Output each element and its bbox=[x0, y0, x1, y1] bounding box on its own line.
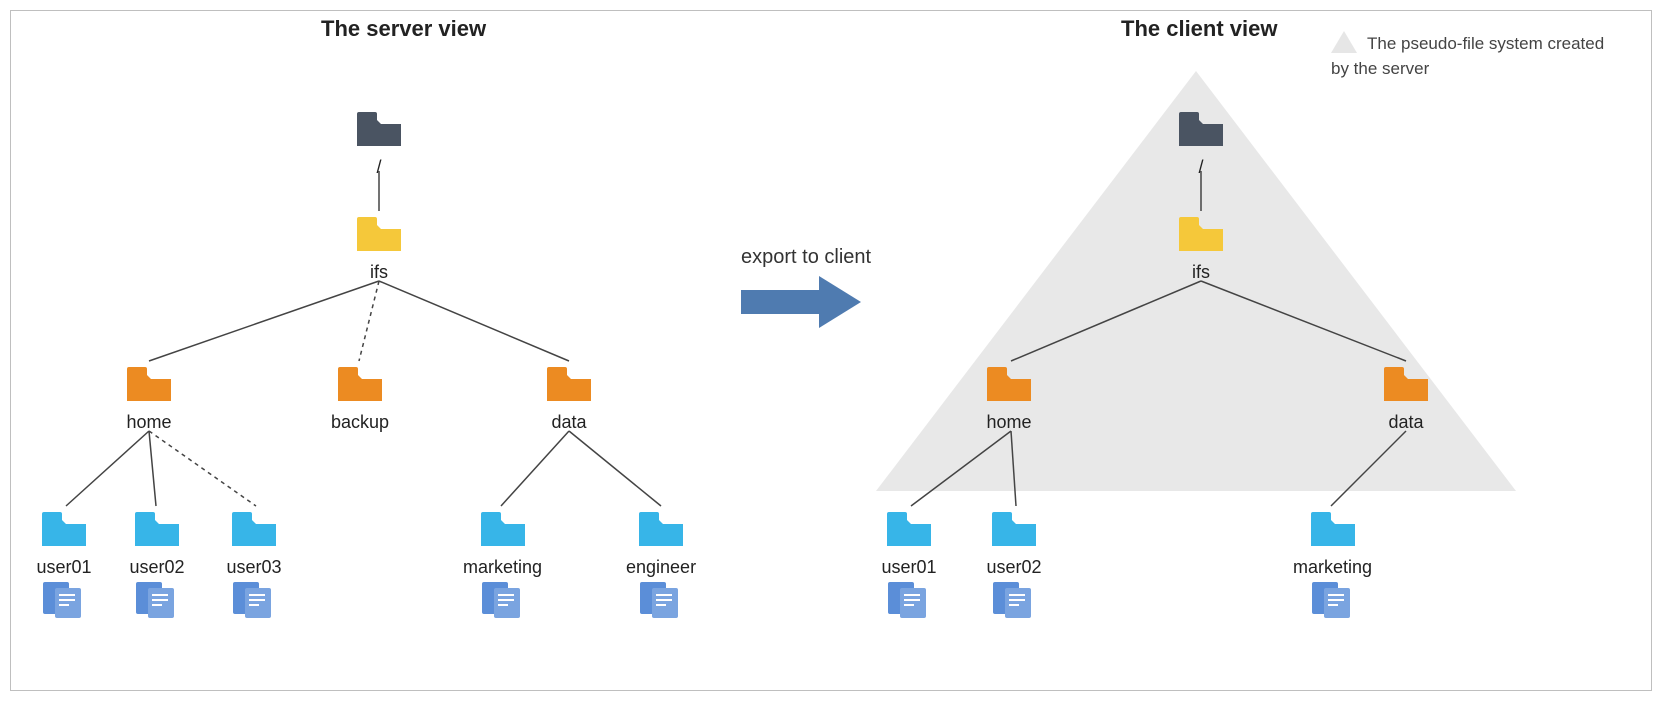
folder-icon bbox=[475, 506, 531, 550]
label-user02: user02 bbox=[129, 557, 185, 578]
server-backup: backup bbox=[331, 361, 389, 433]
label-ifs: ifs bbox=[1173, 262, 1229, 283]
documents-icon bbox=[480, 578, 526, 620]
client-user01: user01 bbox=[881, 506, 937, 625]
label-data: data bbox=[541, 412, 597, 433]
arrow-label: export to client bbox=[741, 246, 871, 269]
server-home: home bbox=[121, 361, 177, 433]
title-server: The server view bbox=[321, 16, 486, 42]
folder-icon bbox=[633, 506, 689, 550]
label-home: home bbox=[121, 412, 177, 433]
server-user01: user01 bbox=[36, 506, 92, 625]
documents-icon bbox=[41, 578, 87, 620]
server-user02: user02 bbox=[129, 506, 185, 625]
folder-icon bbox=[1378, 361, 1434, 405]
export-arrow-icon bbox=[741, 276, 861, 333]
folder-icon bbox=[36, 506, 92, 550]
label-marketing: marketing bbox=[463, 557, 542, 578]
client-user02: user02 bbox=[986, 506, 1042, 625]
folder-icon bbox=[1173, 211, 1229, 255]
label-engineer: engineer bbox=[626, 557, 696, 578]
server-ifs: ifs bbox=[351, 211, 407, 283]
folder-icon bbox=[129, 506, 185, 550]
server-engineer: engineer bbox=[626, 506, 696, 625]
documents-icon bbox=[134, 578, 180, 620]
server-root: / bbox=[351, 106, 407, 178]
label-home: home bbox=[981, 412, 1037, 433]
label-backup: backup bbox=[331, 412, 389, 433]
documents-icon bbox=[231, 578, 277, 620]
documents-icon bbox=[991, 578, 1037, 620]
label-user01: user01 bbox=[36, 557, 92, 578]
label-user02: user02 bbox=[986, 557, 1042, 578]
client-data: data bbox=[1378, 361, 1434, 433]
documents-icon bbox=[638, 578, 684, 620]
server-data: data bbox=[541, 361, 597, 433]
label-user01: user01 bbox=[881, 557, 937, 578]
label-data: data bbox=[1378, 412, 1434, 433]
folder-icon bbox=[981, 361, 1037, 405]
label-ifs: ifs bbox=[351, 262, 407, 283]
folder-icon bbox=[351, 106, 407, 150]
folder-icon bbox=[1173, 106, 1229, 150]
client-home: home bbox=[981, 361, 1037, 433]
label-user03: user03 bbox=[226, 557, 282, 578]
folder-icon bbox=[986, 506, 1042, 550]
documents-icon bbox=[886, 578, 932, 620]
label-root: / bbox=[351, 157, 407, 178]
folder-icon bbox=[226, 506, 282, 550]
label-root: / bbox=[1173, 157, 1229, 178]
server-marketing: marketing bbox=[463, 506, 542, 625]
legend-triangle-icon bbox=[1331, 31, 1357, 58]
client-root: / bbox=[1173, 106, 1229, 178]
folder-icon bbox=[121, 361, 177, 405]
title-client: The client view bbox=[1121, 16, 1278, 42]
folder-icon bbox=[541, 361, 597, 405]
client-ifs: ifs bbox=[1173, 211, 1229, 283]
folder-icon bbox=[881, 506, 937, 550]
folder-icon bbox=[351, 211, 407, 255]
diagram-frame: The server view The client view The pseu… bbox=[10, 10, 1652, 691]
label-marketing: marketing bbox=[1293, 557, 1372, 578]
documents-icon bbox=[1310, 578, 1356, 620]
server-user03: user03 bbox=[226, 506, 282, 625]
folder-icon bbox=[1305, 506, 1361, 550]
folder-icon bbox=[332, 361, 388, 405]
client-marketing: marketing bbox=[1293, 506, 1372, 625]
